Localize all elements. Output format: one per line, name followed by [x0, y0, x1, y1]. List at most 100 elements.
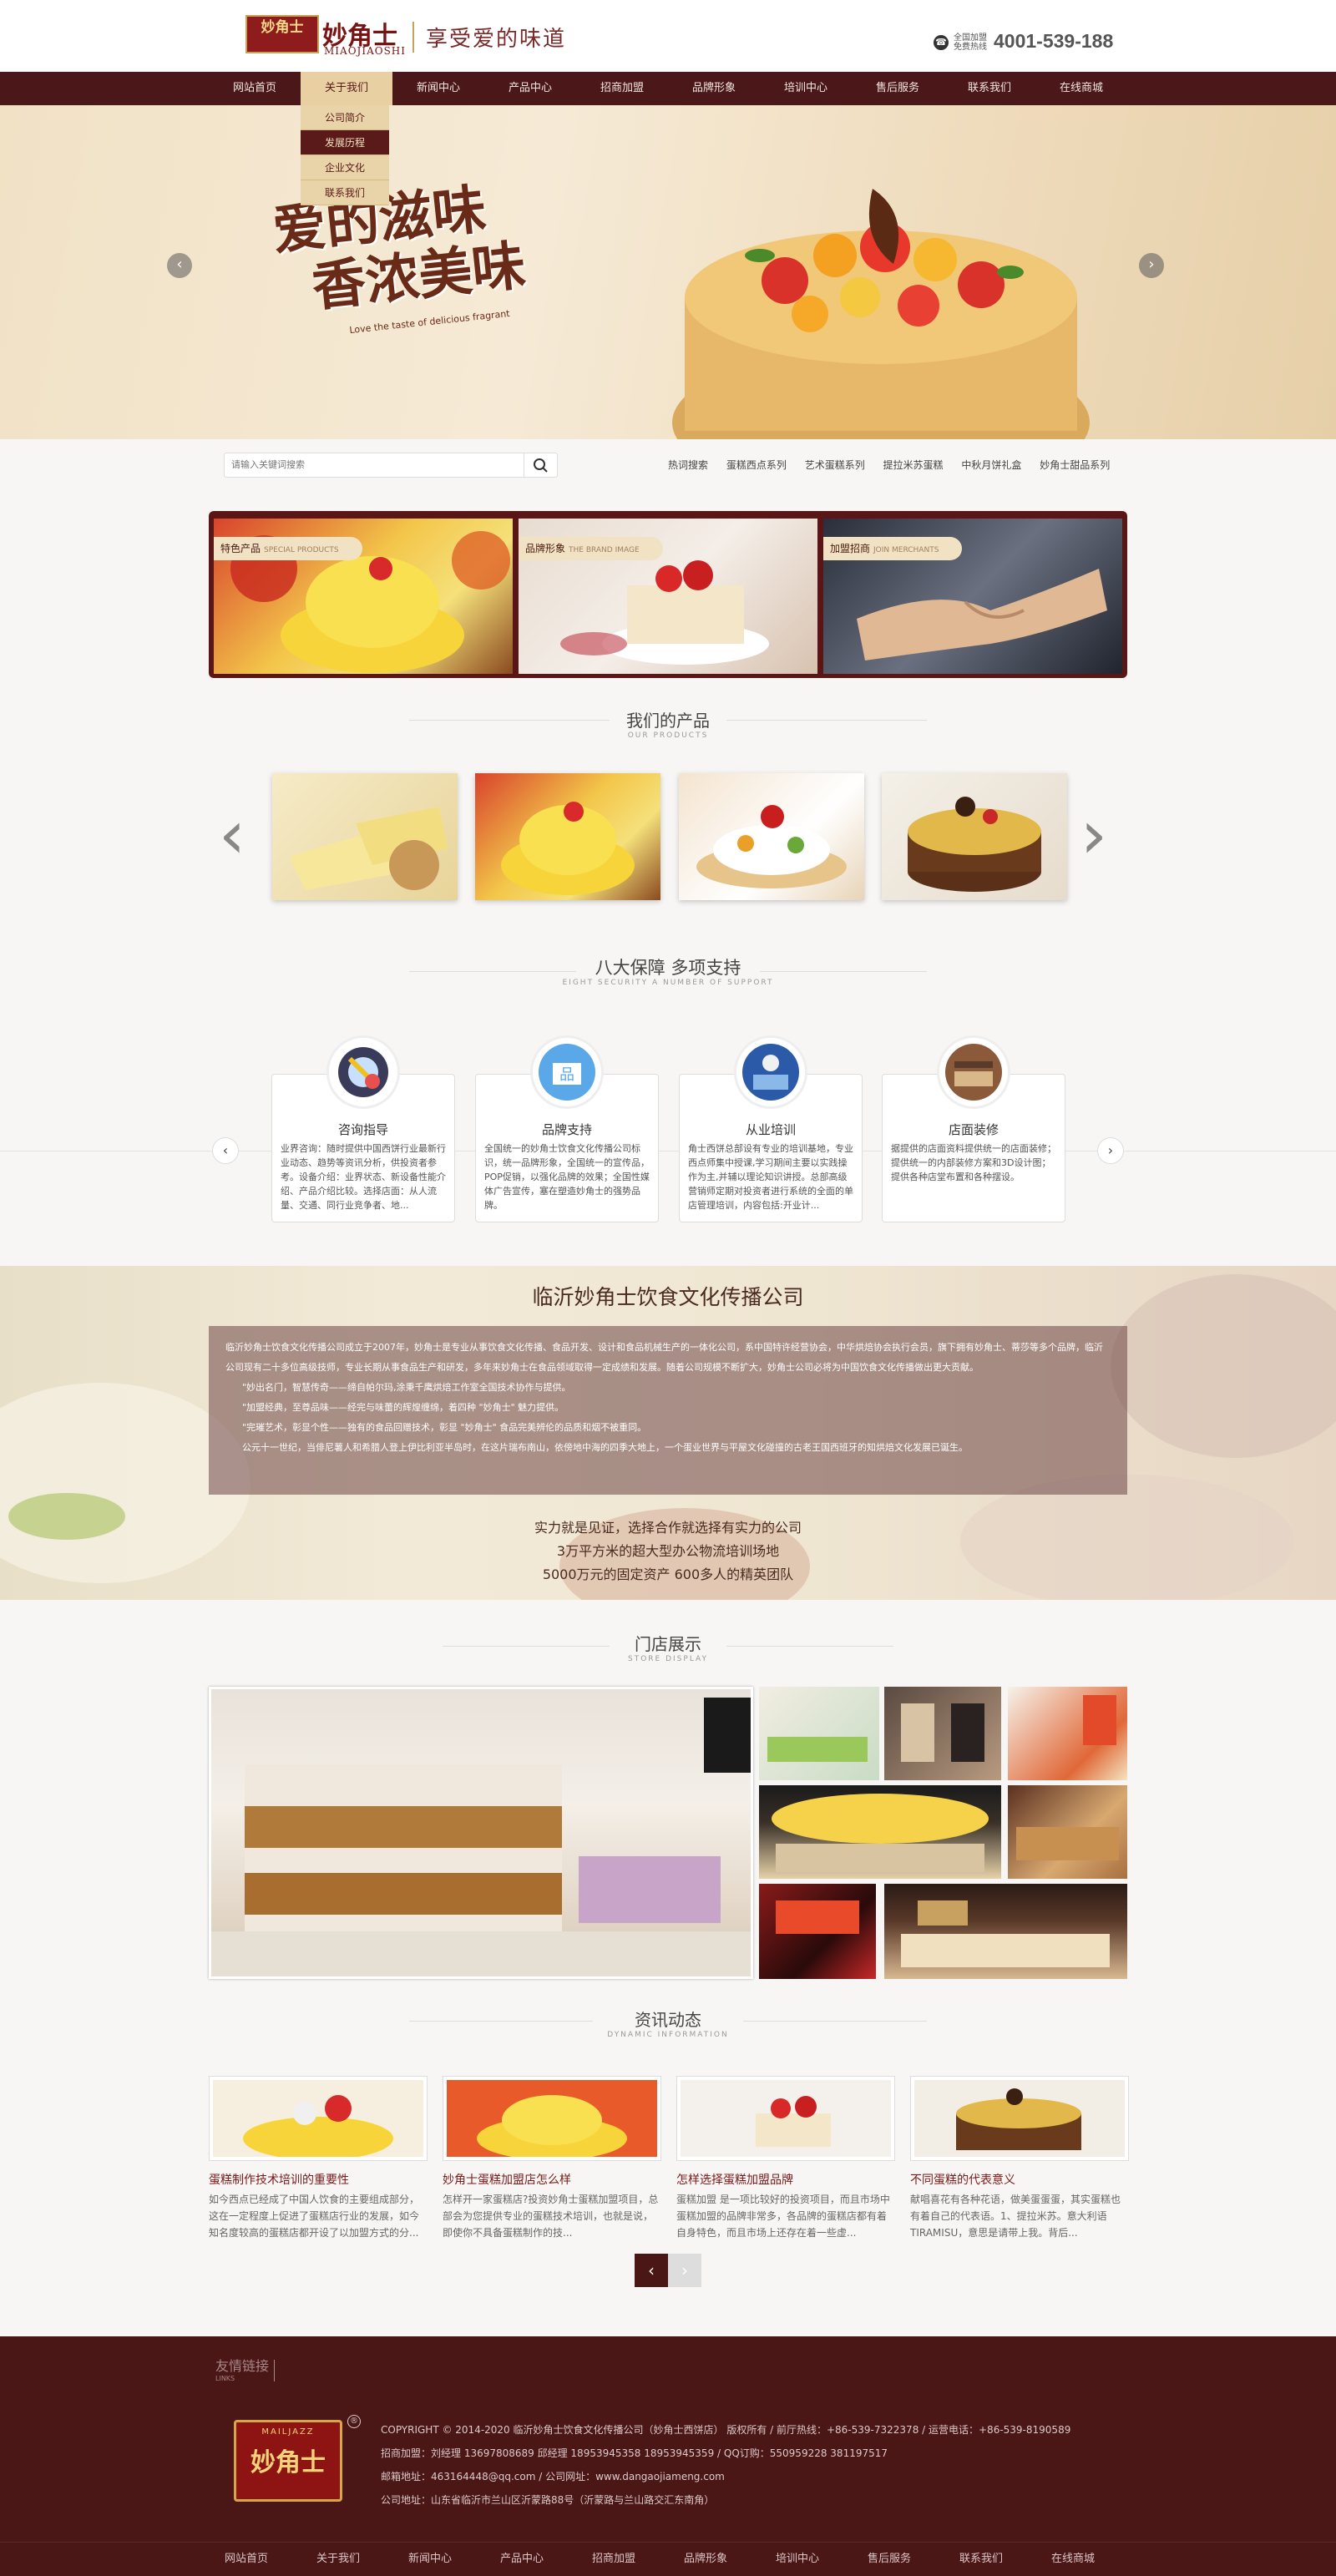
- company-title: 临沂妙角士饮食文化传播公司: [532, 1285, 804, 1309]
- store-main-photo[interactable]: [209, 1687, 753, 1979]
- company-section: 临沂妙角士饮食文化传播公司 临沂妙角士饮食文化传播公司成立于2007年，妙角士是…: [0, 1266, 1336, 1600]
- dropdown-item-history[interactable]: 发展历程: [301, 130, 389, 155]
- company-paragraph: "加盟经典，至尊品味——经完与味蕾的辉煌缠绵，着四种 "妙角士" 魅力提供。: [242, 1402, 564, 1413]
- hot-links: 热词搜索 蛋糕西点系列 艺术蛋糕系列 提拉米苏蛋糕 中秋月饼礼盒 妙角士甜品系列: [668, 458, 1125, 472]
- banner-next-button[interactable]: ›: [1139, 253, 1164, 278]
- page: 妙角士 妙角士 MIAOJIAOSHI 享受爱的味道 ☎ 全国加盟 免费热线 4…: [0, 0, 1336, 2576]
- nav-item-service[interactable]: 售后服务: [852, 72, 944, 105]
- product-card[interactable]: [679, 773, 864, 900]
- news-next-button[interactable]: ›: [668, 2254, 701, 2287]
- hot-link[interactable]: 妙角士甜品系列: [1040, 459, 1110, 471]
- support-card-text: 据提供的店面资料提供统一的店面装修；提供统一的内部装修方案和3D设计图；提供各种…: [891, 1143, 1056, 1182]
- fruit-cake-image: [447, 2080, 657, 2160]
- friend-links-subtitle: LINKS: [215, 2375, 235, 2382]
- nav-item-join[interactable]: 招商加盟: [576, 72, 668, 105]
- footer-nav-item[interactable]: 新闻中心: [384, 2543, 476, 2576]
- news-item-title[interactable]: 不同蛋糕的代表意义: [910, 2171, 1129, 2188]
- nav-item-home[interactable]: 网站首页: [209, 72, 301, 105]
- store-decor-icon: [937, 1035, 1010, 1109]
- hot-link[interactable]: 艺术蛋糕系列: [805, 459, 865, 471]
- phone-number: 4001-539-188: [994, 30, 1114, 52]
- site-header: 妙角士 妙角士 MIAOJIAOSHI 享受爱的味道 ☎ 全国加盟 免费热线 4…: [0, 0, 1336, 72]
- store-photo[interactable]: [759, 1687, 879, 1780]
- support-card-title: 品牌支持: [541, 1122, 592, 1137]
- news-thumbnail: [209, 2076, 428, 2161]
- nav-item-shop[interactable]: 在线商城: [1035, 72, 1127, 105]
- footer-nav-item[interactable]: 产品中心: [476, 2543, 568, 2576]
- feature-card-products[interactable]: 特色产品 SPECIAL PRODUCTS: [214, 519, 513, 674]
- nav-item-brand[interactable]: 品牌形象: [668, 72, 760, 105]
- phone-label: 全国加盟 免费热线: [954, 33, 987, 52]
- footer-line: 邮箱地址：463164448@qq.com / 公司网址：www.dangaoj…: [381, 2471, 725, 2482]
- company-paragraph: 临沂妙角士饮食文化传播公司成立于2007年，妙角士是专业从事饮食文化传播、食品开…: [225, 1342, 1103, 1373]
- store-photo[interactable]: [1008, 1785, 1127, 1879]
- feature-subtitle: THE BRAND IMAGE: [569, 546, 640, 554]
- products-subtitle: OUR PRODUCTS: [627, 731, 709, 740]
- nav-item-news[interactable]: 新闻中心: [392, 72, 484, 105]
- product-card[interactable]: [882, 773, 1067, 900]
- nav-item-training[interactable]: 培训中心: [760, 72, 852, 105]
- dropdown-item-intro[interactable]: 公司简介: [301, 105, 389, 130]
- footer-nav-item[interactable]: 联系我们: [935, 2543, 1027, 2576]
- store-photo[interactable]: [759, 1884, 876, 1979]
- logo-badge[interactable]: 妙角士: [245, 15, 319, 53]
- store-image: [901, 1703, 984, 1762]
- product-card[interactable]: [475, 773, 660, 900]
- footer-nav-item[interactable]: 网站首页: [200, 2543, 292, 2576]
- support-prev-button[interactable]: ‹: [212, 1137, 239, 1164]
- footer-nav-item[interactable]: 培训中心: [752, 2543, 843, 2576]
- support-card-title: 从业培训: [745, 1122, 796, 1137]
- footer-nav-item[interactable]: 招商加盟: [568, 2543, 660, 2576]
- site-footer: 友情链接 LINKS MAILJAZZ 妙角士 ® COPYRIGHT © 201…: [0, 2336, 1336, 2576]
- news-item-title[interactable]: 妙角士蛋糕加盟店怎么样: [443, 2171, 661, 2188]
- footer-nav-item[interactable]: 在线商城: [1027, 2543, 1119, 2576]
- brand-icon: 品: [530, 1035, 604, 1109]
- search-bar: [224, 453, 558, 478]
- news-item-summary: 怎样开一家蛋糕店?投资妙角士蛋糕加盟项目，总部会为您提供专业的蛋糕技术培训，也就…: [443, 2194, 659, 2239]
- store-photo[interactable]: [884, 1687, 1001, 1780]
- nav-item-about[interactable]: 关于我们: [301, 72, 392, 105]
- footer-logo[interactable]: MAILJAZZ 妙角士: [234, 2420, 342, 2502]
- dropdown-item-culture[interactable]: 企业文化: [301, 155, 389, 180]
- feature-card-brand[interactable]: 品牌形象 THE BRAND IMAGE: [519, 519, 817, 674]
- footer-nav-item[interactable]: 售后服务: [843, 2543, 935, 2576]
- support-next-button[interactable]: ›: [1097, 1137, 1124, 1164]
- footer-nav-item[interactable]: 关于我们: [292, 2543, 384, 2576]
- hot-link[interactable]: 中秋月饼礼盒: [961, 459, 1021, 471]
- news-item-summary: 如今西点已经成了中国人饮食的主要组成部分，这在一定程度上促进了蛋糕店行业的发展，…: [209, 2194, 420, 2239]
- product-card[interactable]: [272, 773, 458, 900]
- products-next-button[interactable]: ›: [1080, 802, 1107, 868]
- store-photo[interactable]: [1008, 1687, 1127, 1780]
- footer-nav-item[interactable]: 品牌形象: [660, 2543, 752, 2576]
- feature-card-join[interactable]: 加盟招商 JOIN MERCHANTS: [823, 519, 1122, 674]
- news-item-title[interactable]: 怎样选择蛋糕加盟品牌: [676, 2171, 895, 2188]
- hot-link[interactable]: 蛋糕西点系列: [726, 459, 787, 471]
- search-input[interactable]: [231, 458, 515, 473]
- news-card[interactable]: 妙角士蛋糕加盟店怎么样 怎样开一家蛋糕店?投资妙角士蛋糕加盟项目，总部会为您提供…: [443, 2076, 661, 2241]
- products-prev-button[interactable]: ‹: [219, 802, 245, 868]
- news-item-title[interactable]: 蛋糕制作技术培训的重要性: [209, 2171, 428, 2188]
- registered-icon: ®: [347, 2415, 361, 2428]
- support-card-title: 咨询指导: [337, 1122, 388, 1137]
- store-image: [1083, 1695, 1116, 1745]
- feature-row: 特色产品 SPECIAL PRODUCTS 品牌形象 THE BRAND IMAGE…: [209, 511, 1127, 678]
- news-prev-button[interactable]: ‹: [635, 2254, 668, 2287]
- search-button[interactable]: [524, 453, 557, 477]
- news-card[interactable]: 蛋糕制作技术培训的重要性 如今西点已经成了中国人饮食的主要组成部分，这在一定程度…: [209, 2076, 428, 2241]
- svg-text:品: 品: [559, 1066, 574, 1084]
- store-interior-image: [211, 1698, 751, 1976]
- hot-link[interactable]: 提拉米苏蛋糕: [883, 459, 944, 471]
- banner-prev-button[interactable]: ‹: [167, 253, 192, 278]
- nav-item-contact[interactable]: 联系我们: [944, 72, 1035, 105]
- news-card[interactable]: 不同蛋糕的代表意义 献唱喜花有各种花语，做美蛋蛋蛋，其实蛋糕也有着自己的代表语。…: [910, 2076, 1129, 2241]
- nav-item-products[interactable]: 产品中心: [484, 72, 576, 105]
- company-tagline: 3万平方米的超大型办公物流培训场地: [556, 1543, 780, 1559]
- feature-tag: 加盟招商 JOIN MERCHANTS: [823, 537, 963, 560]
- dropdown-item-contact[interactable]: 联系我们: [301, 180, 389, 205]
- feature-title: 加盟招商: [830, 543, 871, 554]
- news-subtitle: DYNAMIC INFORMATION: [607, 2031, 729, 2039]
- products-title: 我们的产品: [626, 711, 710, 731]
- store-photo[interactable]: [884, 1884, 1127, 1979]
- news-card[interactable]: 怎样选择蛋糕加盟品牌 蛋糕加盟 是一项比较好的投资项目，而且市场中蛋糕加盟的品牌…: [676, 2076, 895, 2241]
- store-photo[interactable]: [759, 1785, 1001, 1879]
